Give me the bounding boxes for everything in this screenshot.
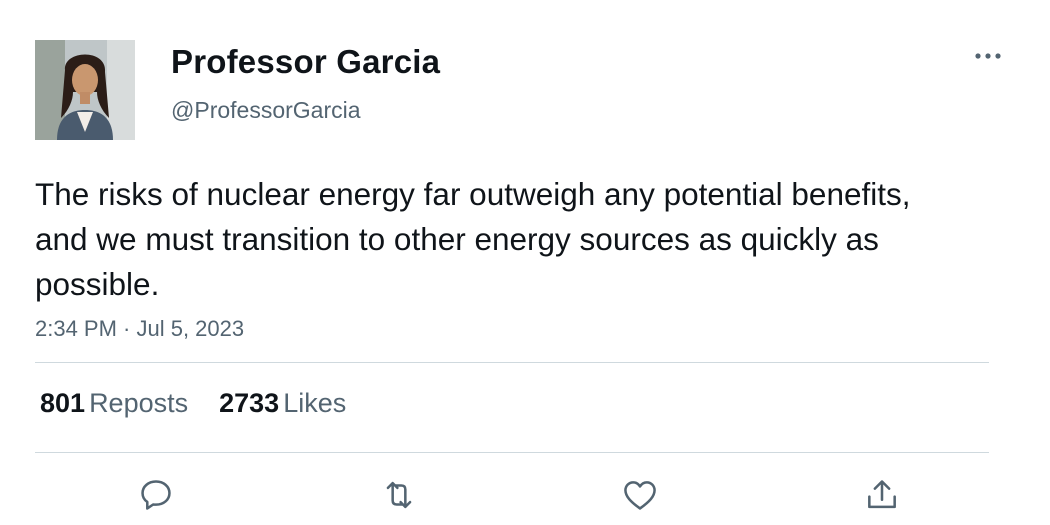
author-handle[interactable]: @ProfessorGarcia <box>171 97 361 124</box>
tweet-timestamp[interactable]: 2:34 PM · Jul 5, 2023 <box>35 316 244 342</box>
repost-button[interactable] <box>374 470 424 520</box>
avatar[interactable] <box>35 40 135 140</box>
divider <box>35 452 989 453</box>
avatar-image <box>35 40 135 140</box>
likes-count: 2733 <box>219 388 280 418</box>
divider <box>35 362 989 363</box>
action-bar <box>0 470 1050 520</box>
share-icon <box>868 480 896 509</box>
share-button[interactable] <box>857 470 907 520</box>
more-horizontal-icon <box>975 53 1001 59</box>
reply-icon <box>141 480 171 510</box>
reposts-stat[interactable]: 801 Reposts <box>40 388 188 419</box>
author-name[interactable]: Professor Garcia <box>171 43 440 81</box>
likes-label: Likes <box>283 388 347 418</box>
likes-stat[interactable]: 2733 Likes <box>219 388 346 419</box>
reposts-label: Reposts <box>89 388 189 418</box>
more-options-button[interactable] <box>972 44 1004 68</box>
like-button[interactable] <box>615 470 665 520</box>
heart-icon <box>624 481 656 510</box>
engagement-stats: 801 Reposts 2733 Likes <box>40 388 346 419</box>
reply-button[interactable] <box>131 470 181 520</box>
tweet-text: The risks of nuclear energy far outweigh… <box>35 176 911 302</box>
reposts-count: 801 <box>40 388 86 418</box>
repost-icon <box>386 481 412 509</box>
tweet-card: Professor Garcia @ProfessorGarcia The ri… <box>0 0 1050 525</box>
